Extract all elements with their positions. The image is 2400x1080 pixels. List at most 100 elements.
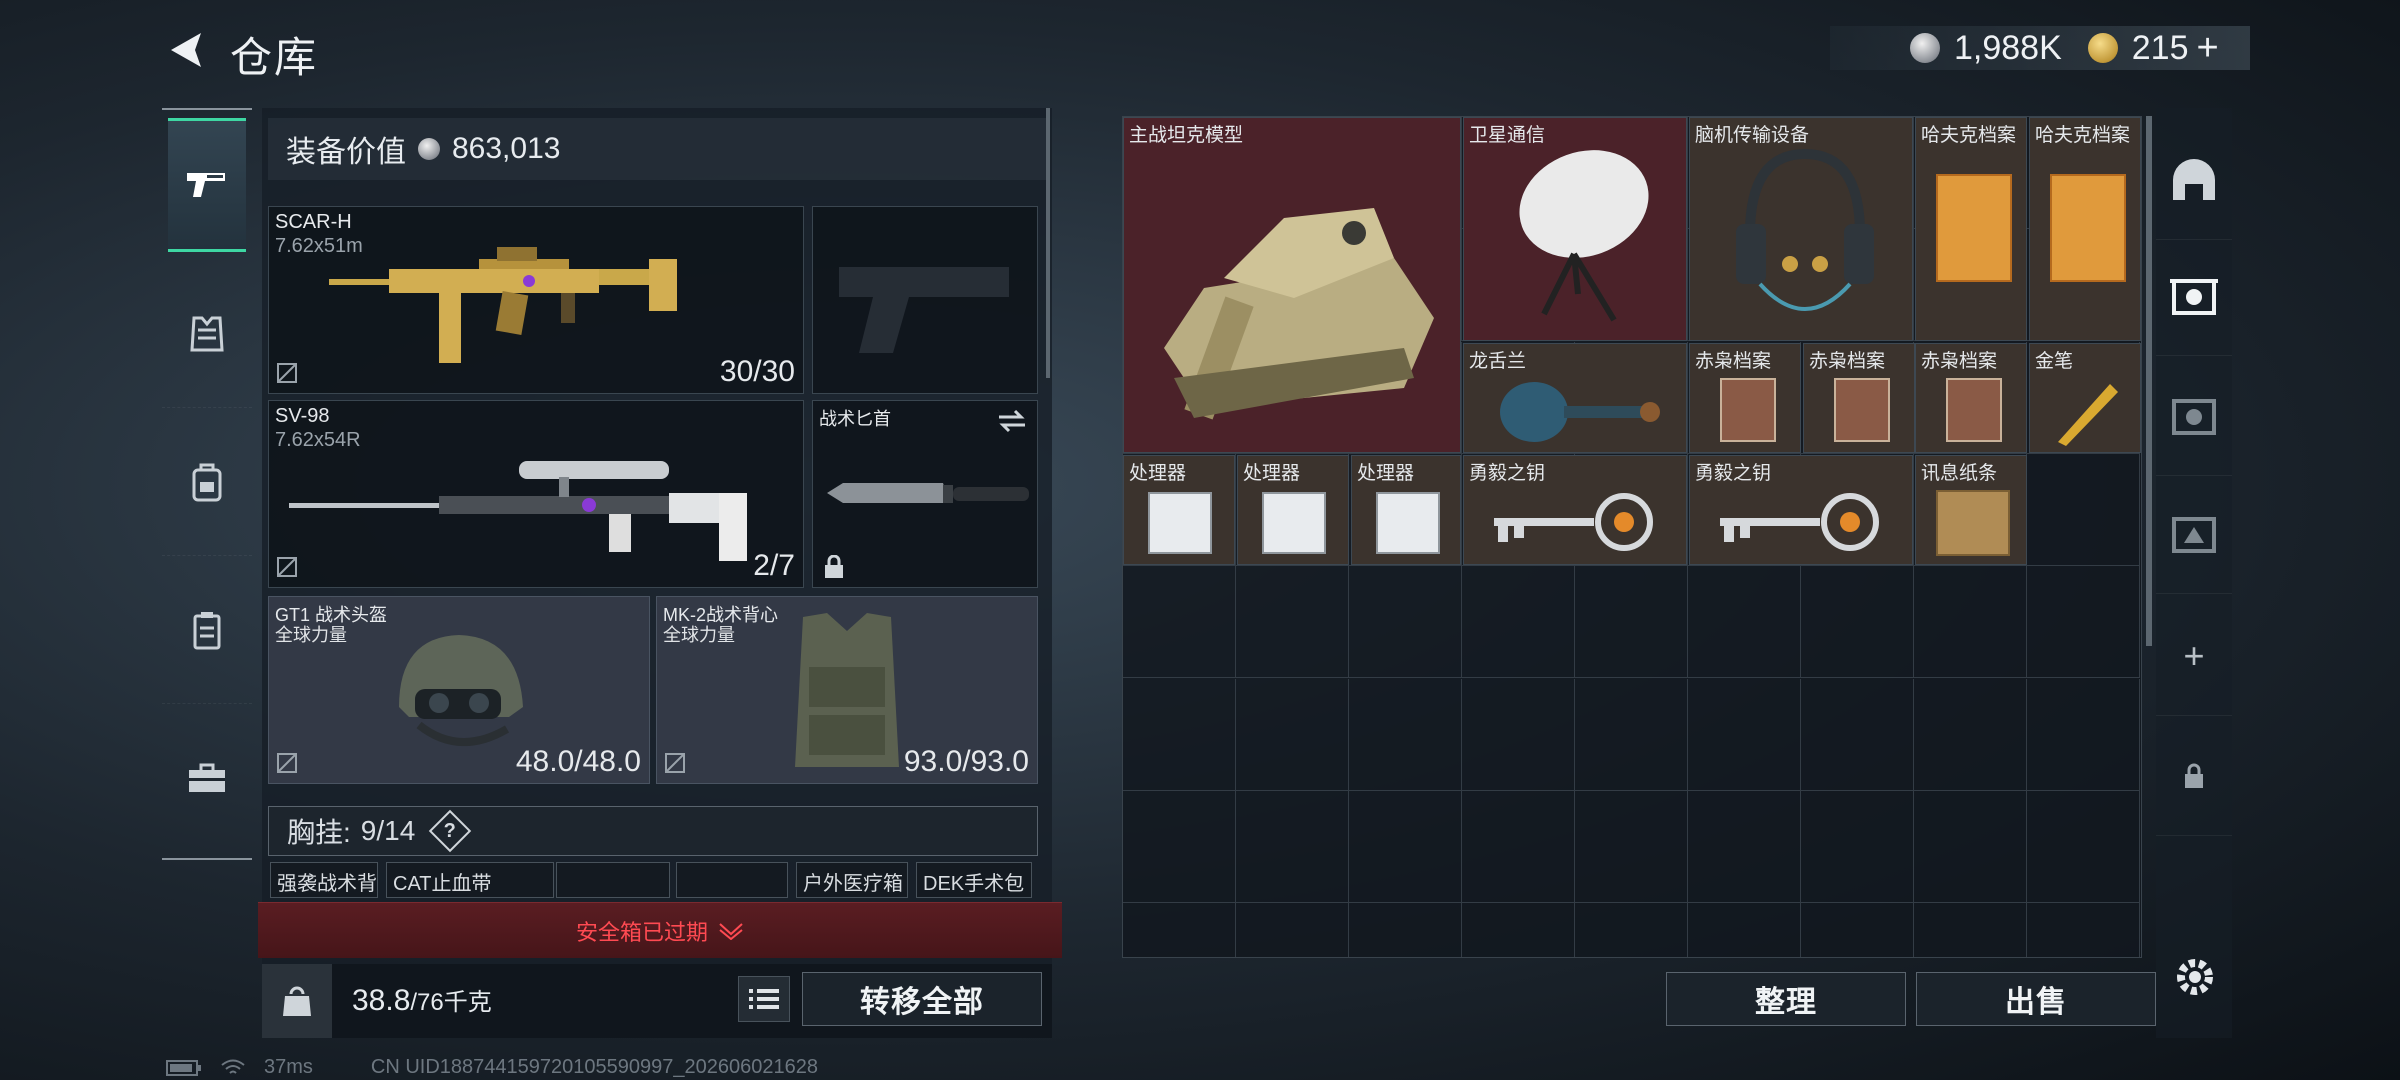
- storage-grid-cell[interactable]: [1801, 790, 1914, 903]
- storage-item[interactable]: 龙舌兰: [1463, 343, 1687, 453]
- storage-grid-cell[interactable]: [1349, 678, 1462, 791]
- storage-grid-cell[interactable]: [1236, 903, 1349, 957]
- storage-grid-cell[interactable]: [1123, 903, 1236, 957]
- toolbox-icon: [189, 763, 225, 792]
- storage-grid-cell[interactable]: [1349, 790, 1462, 903]
- currency-bar: 1,988K 215 +: [1830, 26, 2250, 70]
- storage-scrollbar[interactable]: [2146, 116, 2152, 646]
- settings-button[interactable]: [2168, 950, 2222, 1004]
- storage-grid-cell[interactable]: [1462, 678, 1575, 791]
- owl-file-icon: [1834, 378, 1890, 442]
- add-storage-page-button[interactable]: +: [2156, 596, 2232, 716]
- storage-item[interactable]: 处理器: [1351, 455, 1461, 565]
- storage-grid-cell[interactable]: [2027, 566, 2140, 679]
- sniper-rifle-icon: [289, 461, 747, 561]
- weight-lock-button[interactable]: [262, 964, 332, 1038]
- storage-grid-cell[interactable]: [1349, 903, 1462, 957]
- storage-item[interactable]: 赤枭档案: [1803, 343, 1915, 453]
- storage-item[interactable]: 勇毅之钥: [1463, 455, 1687, 565]
- loadout-scrollbar[interactable]: [1046, 108, 1050, 378]
- storage-grid-cell[interactable]: [1236, 566, 1349, 679]
- storage-item[interactable]: 金笔: [2029, 343, 2141, 453]
- pouch-slot[interactable]: 户外医疗箱: [796, 862, 908, 898]
- armor-durability: 93.0/93.0: [903, 745, 1029, 778]
- storage-grid-cell[interactable]: [2027, 678, 2140, 791]
- storage-grid-cell[interactable]: [2027, 903, 2140, 957]
- storage-grid-cell[interactable]: [1914, 566, 2027, 679]
- storage-grid-cell[interactable]: [1801, 678, 1914, 791]
- storage-item[interactable]: 脑机传输设备: [1689, 117, 1913, 341]
- help-icon[interactable]: ?: [429, 809, 472, 853]
- vest-item-icon: [795, 613, 899, 767]
- sort-button[interactable]: 整理: [1666, 972, 1906, 1026]
- pouch-slot[interactable]: CAT止血带: [386, 862, 554, 898]
- safe-box-expired-banner[interactable]: 安全箱已过期: [258, 902, 1062, 958]
- primary-weapon-slot[interactable]: SCAR-H 7.62x51m 30/30: [268, 206, 804, 394]
- tab-case[interactable]: [162, 556, 252, 704]
- storage-grid-cell[interactable]: [1914, 678, 2027, 791]
- storage-grid-cell[interactable]: [1801, 903, 1914, 957]
- storage-grid-cell[interactable]: [1914, 903, 2027, 957]
- swap-icon[interactable]: [997, 409, 1027, 433]
- headset-device-icon: [1736, 148, 1874, 311]
- storage-grid-cell[interactable]: [1236, 790, 1349, 903]
- helmet-slot[interactable]: GT1 战术头盔 全球力量 48.0/48.0: [268, 596, 650, 784]
- pouch-slot[interactable]: DEK手术包: [916, 862, 1032, 898]
- tab-storage-page-2[interactable]: [2156, 356, 2232, 476]
- gold-amount: 215: [2131, 28, 2189, 67]
- storage-grid-cell[interactable]: [1349, 566, 1462, 679]
- storage-grid-cell[interactable]: [1575, 903, 1688, 957]
- storage-grid-cell[interactable]: [1123, 790, 1236, 903]
- storage-grid-cell[interactable]: [1462, 903, 1575, 957]
- pouch-slot[interactable]: [676, 862, 788, 898]
- storage-grid-cell[interactable]: [1688, 678, 1801, 791]
- storage-item[interactable]: 卫星通信: [1463, 117, 1687, 341]
- sell-button[interactable]: 出售: [1916, 972, 2156, 1026]
- storage-item[interactable]: 哈夫克档案: [2029, 117, 2141, 341]
- storage-grid-cell[interactable]: [1575, 566, 1688, 679]
- storage-grid-cell[interactable]: [1123, 678, 1236, 791]
- body-armor-slot[interactable]: MK-2战术背心 全球力量 93.0/93.0: [656, 596, 1038, 784]
- storage-grid-cell[interactable]: [1123, 566, 1236, 679]
- tab-storage-home[interactable]: [2156, 120, 2232, 240]
- storage-grid-cell[interactable]: [1462, 790, 1575, 903]
- storage-grid-cell[interactable]: [1575, 790, 1688, 903]
- add-currency-button[interactable]: +: [2197, 27, 2219, 70]
- chest-rig-header[interactable]: 胸挂: 9/14 ?: [268, 806, 1038, 856]
- tab-toolbox[interactable]: [162, 704, 252, 852]
- tab-backpack[interactable]: [162, 408, 252, 556]
- melee-slot[interactable]: 战术匕首: [812, 400, 1038, 588]
- pouch-slot[interactable]: 强袭战术背心: [270, 862, 378, 898]
- storage-item[interactable]: 勇毅之钥: [1689, 455, 1913, 565]
- storage-grid[interactable]: 主战坦克模型 卫星通信 脑机传输设备 哈夫克档案 哈夫克档案 龙舌兰 赤枭档案 …: [1122, 116, 2142, 958]
- secondary-weapon-slot[interactable]: SV-98 7.62x54R 2/7: [268, 400, 804, 588]
- storage-item[interactable]: 讯息纸条: [1915, 455, 2027, 565]
- storage-item[interactable]: 赤枭档案: [1689, 343, 1801, 453]
- storage-item[interactable]: 处理器: [1123, 455, 1235, 565]
- storage-grid-cell[interactable]: [1462, 566, 1575, 679]
- storage-item[interactable]: 处理器: [1237, 455, 1349, 565]
- tab-storage-page-3[interactable]: [2156, 474, 2232, 594]
- tab-weapons[interactable]: [168, 118, 246, 252]
- storage-grid-cell[interactable]: [1914, 790, 2027, 903]
- pistol-slot[interactable]: [812, 206, 1038, 394]
- storage-grid-cell[interactable]: [2027, 790, 2140, 903]
- tab-armor[interactable]: [162, 260, 252, 408]
- storage-grid-cell[interactable]: [2027, 453, 2140, 566]
- storage-item[interactable]: 赤枭档案: [1915, 343, 2027, 453]
- storage-grid-cell[interactable]: [1688, 790, 1801, 903]
- storage-grid-cell[interactable]: [1236, 678, 1349, 791]
- storage-grid-cell[interactable]: [1575, 678, 1688, 791]
- locked-storage-page[interactable]: [2156, 716, 2232, 836]
- storage-item[interactable]: 主战坦克模型: [1123, 117, 1461, 453]
- storage-grid-cell[interactable]: [1688, 566, 1801, 679]
- list-view-button[interactable]: [738, 976, 790, 1022]
- ping-value: 37ms: [264, 1056, 313, 1078]
- tab-storage-page-1[interactable]: [2156, 236, 2232, 356]
- storage-grid-cell[interactable]: [1801, 566, 1914, 679]
- storage-item[interactable]: 哈夫克档案: [1915, 117, 2027, 341]
- back-button[interactable]: [160, 25, 210, 75]
- storage-grid-cell[interactable]: [1688, 903, 1801, 957]
- transfer-all-button[interactable]: 转移全部: [802, 972, 1042, 1026]
- pouch-slot[interactable]: [556, 862, 670, 898]
